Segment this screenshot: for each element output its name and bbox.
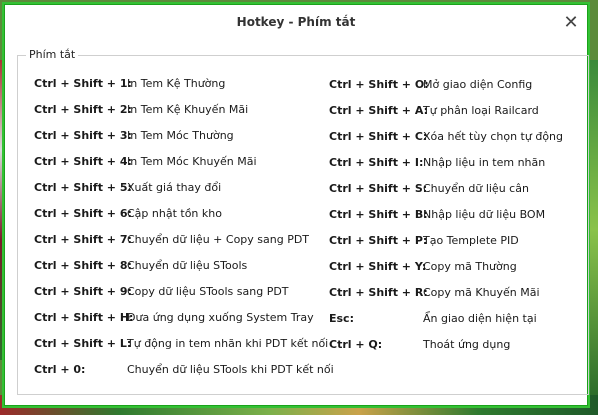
shortcut-row: Esc: Ẩn giao diện hiện tại — [329, 312, 574, 328]
background-strip-right — [590, 60, 598, 400]
shortcut-row: Ctrl + 0: Chuyển dữ liệu STools khi PDT … — [34, 363, 334, 379]
shortcut-row: Ctrl + Shift + 8: Chuyển dữ liệu STools — [34, 259, 294, 275]
shortcut-key: Ctrl + Shift + L: — [34, 337, 132, 350]
shortcut-key: Ctrl + Shift + 3: — [34, 129, 132, 142]
shortcut-key: Ctrl + 0: — [34, 363, 86, 376]
shortcut-key: Ctrl + Shift + 4: — [34, 155, 132, 168]
shortcut-description: In Tem Móc Thường — [127, 129, 234, 142]
shortcut-row: Ctrl + Shift + P: Tạo Templete PID — [329, 234, 574, 250]
shortcut-description: Chuyển dữ liệu STools — [127, 259, 248, 272]
shortcut-description: In Tem Kệ Thường — [127, 77, 226, 90]
shortcut-description: Tạo Templete PID — [423, 234, 519, 247]
shortcut-key: Ctrl + Shift + 2: — [34, 103, 132, 116]
shortcut-row: Ctrl + Shift + A: Tự phân loại Railcard — [329, 104, 574, 120]
shortcut-description: Copy mã Khuyến Mãi — [423, 286, 540, 299]
shortcut-description: Ẩn giao diện hiện tại — [423, 312, 537, 325]
shortcut-description: Chuyển dữ liệu + Copy sang PDT — [127, 233, 310, 246]
shortcut-description: In Tem Móc Khuyến Mãi — [127, 155, 257, 168]
title-bar: Hotkey - Phím tắt ✕ — [5, 5, 587, 39]
shortcut-key: Ctrl + Shift + I: — [329, 156, 424, 169]
shortcut-row: Ctrl + Shift + 5: Xuất giá thay đổi — [34, 181, 294, 197]
shortcut-description: Copy mã Thường — [423, 260, 517, 273]
shortcut-description: Cập nhật tồn kho — [127, 207, 222, 220]
shortcut-row: Ctrl + Shift + 2: In Tem Kệ Khuyến Mãi — [34, 103, 294, 119]
shortcut-key: Esc: — [329, 312, 354, 325]
shortcut-row: Ctrl + Shift + O: Mở giao diện Config — [329, 78, 574, 94]
shortcut-key: Ctrl + Shift + 1: — [34, 77, 132, 90]
shortcut-key: Ctrl + Shift + A: — [329, 104, 428, 117]
shortcut-row: Ctrl + Shift + 3: In Tem Móc Thường — [34, 129, 294, 145]
shortcut-row: Ctrl + Shift + I: Nhập liệu in tem nhãn — [329, 156, 574, 172]
shortcut-key: Ctrl + Shift + H: — [34, 311, 134, 324]
shortcut-description: Xóa hết tùy chọn tự động — [423, 130, 564, 143]
shortcut-description: Copy dữ liệu STools sang PDT — [127, 285, 289, 298]
shortcut-row: Ctrl + Shift + L: Tự động in tem nhãn kh… — [34, 337, 334, 353]
shortcut-key: Ctrl + Shift + 8: — [34, 259, 132, 272]
shortcut-row: Ctrl + Shift + S: Chuyển dữ liệu cân — [329, 182, 574, 198]
close-icon[interactable]: ✕ — [561, 13, 581, 33]
shortcut-row: Ctrl + Shift + B: Nhập liệu dữ liệu BOM — [329, 208, 574, 224]
shortcut-key: Ctrl + Shift + 5: — [34, 181, 132, 194]
shortcut-key: Ctrl + Shift + 6: — [34, 207, 132, 220]
shortcut-key: Ctrl + Shift + P: — [329, 234, 428, 247]
shortcut-description: Tự động in tem nhãn khi PDT kết nối — [127, 337, 329, 350]
shortcut-row: Ctrl + Shift + 6: Cập nhật tồn kho — [34, 207, 294, 223]
window-title: Hotkey - Phím tắt — [236, 15, 356, 29]
shortcut-key: Ctrl + Shift + C: — [329, 130, 428, 143]
shortcut-key: Ctrl + Shift + B: — [329, 208, 428, 221]
shortcut-description: Mở giao diện Config — [423, 78, 533, 91]
shortcut-row: Ctrl + Shift + 7: Chuyển dữ liệu + Copy … — [34, 233, 324, 249]
shortcut-description: Thoát ứng dụng — [423, 338, 511, 351]
shortcut-description: Chuyển dữ liệu cân — [423, 182, 529, 195]
shortcut-description: Nhập liệu dữ liệu BOM — [423, 208, 546, 221]
shortcut-description: Đưa ứng dụng xuống System Tray — [127, 311, 314, 324]
shortcut-key: Ctrl + Shift + 7: — [34, 233, 132, 246]
shortcut-key: Ctrl + Shift + S: — [329, 182, 428, 195]
shortcut-row: Ctrl + Shift + H: Đưa ứng dụng xuống Sys… — [34, 311, 334, 327]
shortcuts-group: Phím tắt Ctrl + Shift + 1: In Tem Kệ Thư… — [17, 48, 589, 395]
shortcut-row: Ctrl + Q: Thoát ứng dụng — [329, 338, 574, 354]
shortcut-row: Ctrl + Shift + 9: Copy dữ liệu STools sa… — [34, 285, 324, 301]
shortcut-row: Ctrl + Shift + R: Copy mã Khuyến Mãi — [329, 286, 574, 302]
shortcut-key: Ctrl + Shift + Y: — [329, 260, 427, 273]
hotkey-dialog: Hotkey - Phím tắt ✕ Phím tắt Ctrl + Shif… — [4, 4, 589, 406]
shortcut-description: Chuyển dữ liệu STools khi PDT kết nối — [127, 363, 334, 376]
shortcut-key: Ctrl + Shift + 9: — [34, 285, 132, 298]
shortcut-key: Ctrl + Shift + O: — [329, 78, 429, 91]
shortcut-row: Ctrl + Shift + C: Xóa hết tùy chọn tự độ… — [329, 130, 574, 146]
group-legend: Phím tắt — [26, 48, 79, 61]
shortcut-row: Ctrl + Shift + Y: Copy mã Thường — [329, 260, 574, 276]
shortcut-description: Tự phân loại Railcard — [423, 104, 539, 117]
shortcut-row: Ctrl + Shift + 4: In Tem Móc Khuyến Mãi — [34, 155, 294, 171]
shortcut-description: Nhập liệu in tem nhãn — [423, 156, 546, 169]
shortcut-key: Ctrl + Q: — [329, 338, 383, 351]
shortcut-key: Ctrl + Shift + R: — [329, 286, 428, 299]
shortcut-description: Xuất giá thay đổi — [127, 181, 222, 194]
shortcut-row: Ctrl + Shift + 1: In Tem Kệ Thường — [34, 77, 294, 93]
shortcut-description: In Tem Kệ Khuyến Mãi — [127, 103, 249, 116]
